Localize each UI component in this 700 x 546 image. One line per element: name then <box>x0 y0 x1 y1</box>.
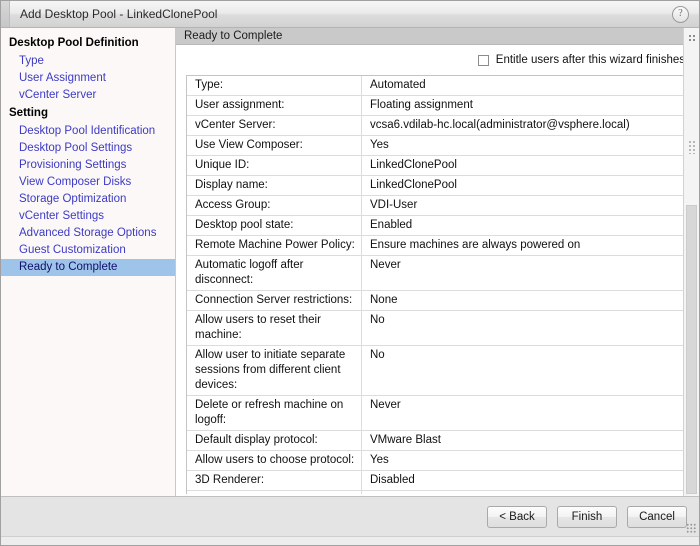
sidebar-item-storage-optimization[interactable]: Storage Optimization <box>1 191 175 208</box>
entitle-users-row: Entitle users after this wizard finishes <box>186 45 689 75</box>
summary-key: Access Group: <box>187 195 362 216</box>
table-row: Allow user to initiate separate sessions… <box>187 345 688 396</box>
summary-value: VDI-User <box>361 195 688 216</box>
summary-value: vcsa6.vdilab-hc.local(administrator@vsph… <box>361 115 688 136</box>
summary-key: Remote Machine Power Policy: <box>187 235 362 256</box>
table-row: Display name: LinkedClonePool <box>187 175 688 196</box>
sidebar-item-type[interactable]: Type <box>1 53 175 70</box>
summary-value: Never <box>361 395 688 431</box>
table-row: Desktop pool state: Enabled <box>187 215 688 236</box>
dialog-body: Desktop Pool Definition Type User Assign… <box>1 28 699 496</box>
summary-value: LinkedClonePool <box>361 155 688 176</box>
summary-value: Floating assignment <box>361 95 688 116</box>
summary-value: No <box>361 345 688 396</box>
table-row: User assignment: Floating assignment <box>187 95 688 116</box>
sidebar-item-provisioning-settings[interactable]: Provisioning Settings <box>1 157 175 174</box>
summary-key: Automatic logoff after disconnect: <box>187 255 362 291</box>
summary-key: Type: <box>187 76 362 96</box>
summary-value: Yes <box>361 450 688 471</box>
back-button[interactable]: < Back <box>487 505 547 528</box>
summary-value: VMware Blast <box>361 430 688 451</box>
table-row: Delete or refresh machine on logoff: Neve… <box>187 395 688 431</box>
table-row: 3D Renderer: Disabled <box>187 470 688 491</box>
scrollbar-thumb[interactable] <box>686 205 697 494</box>
table-row: vCenter Server: vcsa6.vdilab-hc.local(adm… <box>187 115 688 136</box>
summary-key: Allow users to reset their machine: <box>187 310 362 346</box>
content-pane: Ready to Complete Entitle users after th… <box>176 28 699 496</box>
sidebar-item-guest-customization[interactable]: Guest Customization <box>1 242 175 259</box>
resize-grip-icon[interactable] <box>686 523 696 533</box>
nav-group-setting: Setting <box>9 107 48 119</box>
summary-table: Type: Automated User assignment: Floating a… <box>187 76 688 494</box>
table-row: Allow users to reset their machine: No <box>187 310 688 346</box>
table-row: Use View Composer: Yes <box>187 135 688 156</box>
summary-key: Max number of monitors: <box>187 490 362 494</box>
summary-value: 2 <box>361 490 688 494</box>
table-row: Automatic logoff after disconnect: Never <box>187 255 688 291</box>
table-row: Unique ID: LinkedClonePool <box>187 155 688 176</box>
summary-key: Delete or refresh machine on logoff: <box>187 395 362 431</box>
summary-key: Connection Server restrictions: <box>187 290 362 311</box>
sidebar-item-vcenter-settings[interactable]: vCenter Settings <box>1 208 175 225</box>
sidebar-item-vcenter-server[interactable]: vCenter Server <box>1 87 175 104</box>
summary-table-container: Type: Automated User assignment: Floating a… <box>186 75 689 494</box>
summary-value: Yes <box>361 135 688 156</box>
summary-value: Never <box>361 255 688 291</box>
summary-key: Allow user to initiate separate sessions… <box>187 345 362 396</box>
table-row: Remote Machine Power Policy: Ensure machi… <box>187 235 688 256</box>
summary-table-body: Type: Automated User assignment: Floating a… <box>187 76 688 494</box>
sidebar-item-user-assignment[interactable]: User Assignment <box>1 70 175 87</box>
entitle-users-label[interactable]: Entitle users after this wizard finishes <box>496 54 685 66</box>
sidebar-item-desktop-pool-identification[interactable]: Desktop Pool Identification <box>1 123 175 140</box>
wizard-step-sidebar: Desktop Pool Definition Type User Assign… <box>1 28 176 496</box>
summary-key: Unique ID: <box>187 155 362 176</box>
summary-key: 3D Renderer: <box>187 470 362 491</box>
summary-key: User assignment: <box>187 95 362 116</box>
dialog-footer: < Back Finish Cancel <box>1 496 699 536</box>
status-bar <box>1 536 699 545</box>
summary-key: Display name: <box>187 175 362 196</box>
sidebar-item-advanced-storage-options[interactable]: Advanced Storage Options <box>1 225 175 242</box>
title-bar: Add Desktop Pool - LinkedClonePool ? <box>1 1 699 28</box>
finish-button[interactable]: Finish <box>557 505 617 528</box>
summary-value: LinkedClonePool <box>361 175 688 196</box>
summary-key: Desktop pool state: <box>187 215 362 236</box>
vertical-scrollbar[interactable] <box>683 28 699 496</box>
sidebar-item-desktop-pool-settings[interactable]: Desktop Pool Settings <box>1 140 175 157</box>
cancel-button[interactable]: Cancel <box>627 505 687 528</box>
add-desktop-pool-dialog: Add Desktop Pool - LinkedClonePool ? Des… <box>0 0 700 546</box>
scrollbar-grip-icon[interactable] <box>688 140 696 154</box>
table-row: Allow users to choose protocol: Yes <box>187 450 688 471</box>
sidebar-item-ready-to-complete[interactable]: Ready to Complete <box>1 259 175 276</box>
help-question-icon[interactable]: ? <box>672 6 689 23</box>
summary-key: vCenter Server: <box>187 115 362 136</box>
table-row: Type: Automated <box>187 76 688 96</box>
pane-title: Ready to Complete <box>176 28 699 45</box>
window-title: Add Desktop Pool - LinkedClonePool <box>20 7 218 21</box>
pane-inner: Entitle users after this wizard finishes… <box>176 45 699 496</box>
summary-value: Automated <box>361 76 688 96</box>
table-row: Access Group: VDI-User <box>187 195 688 216</box>
title-bar-corner-tab <box>1 1 10 27</box>
table-row: Max number of monitors:2 <box>187 490 688 494</box>
nav-group-desktop-pool-definition: Desktop Pool Definition <box>9 37 139 49</box>
sidebar-item-view-composer-disks[interactable]: View Composer Disks <box>1 174 175 191</box>
entitle-users-checkbox[interactable] <box>477 54 489 66</box>
table-row: Connection Server restrictions: None <box>187 290 688 311</box>
splitter-grip-icon[interactable] <box>688 34 696 42</box>
summary-value: No <box>361 310 688 346</box>
summary-value: None <box>361 290 688 311</box>
summary-key: Use View Composer: <box>187 135 362 156</box>
table-row: Default display protocol: VMware Blast <box>187 430 688 451</box>
summary-key: Default display protocol: <box>187 430 362 451</box>
summary-value: Enabled <box>361 215 688 236</box>
summary-key: Allow users to choose protocol: <box>187 450 362 471</box>
summary-value: Ensure machines are always powered on <box>361 235 688 256</box>
summary-value: Disabled <box>361 470 688 491</box>
